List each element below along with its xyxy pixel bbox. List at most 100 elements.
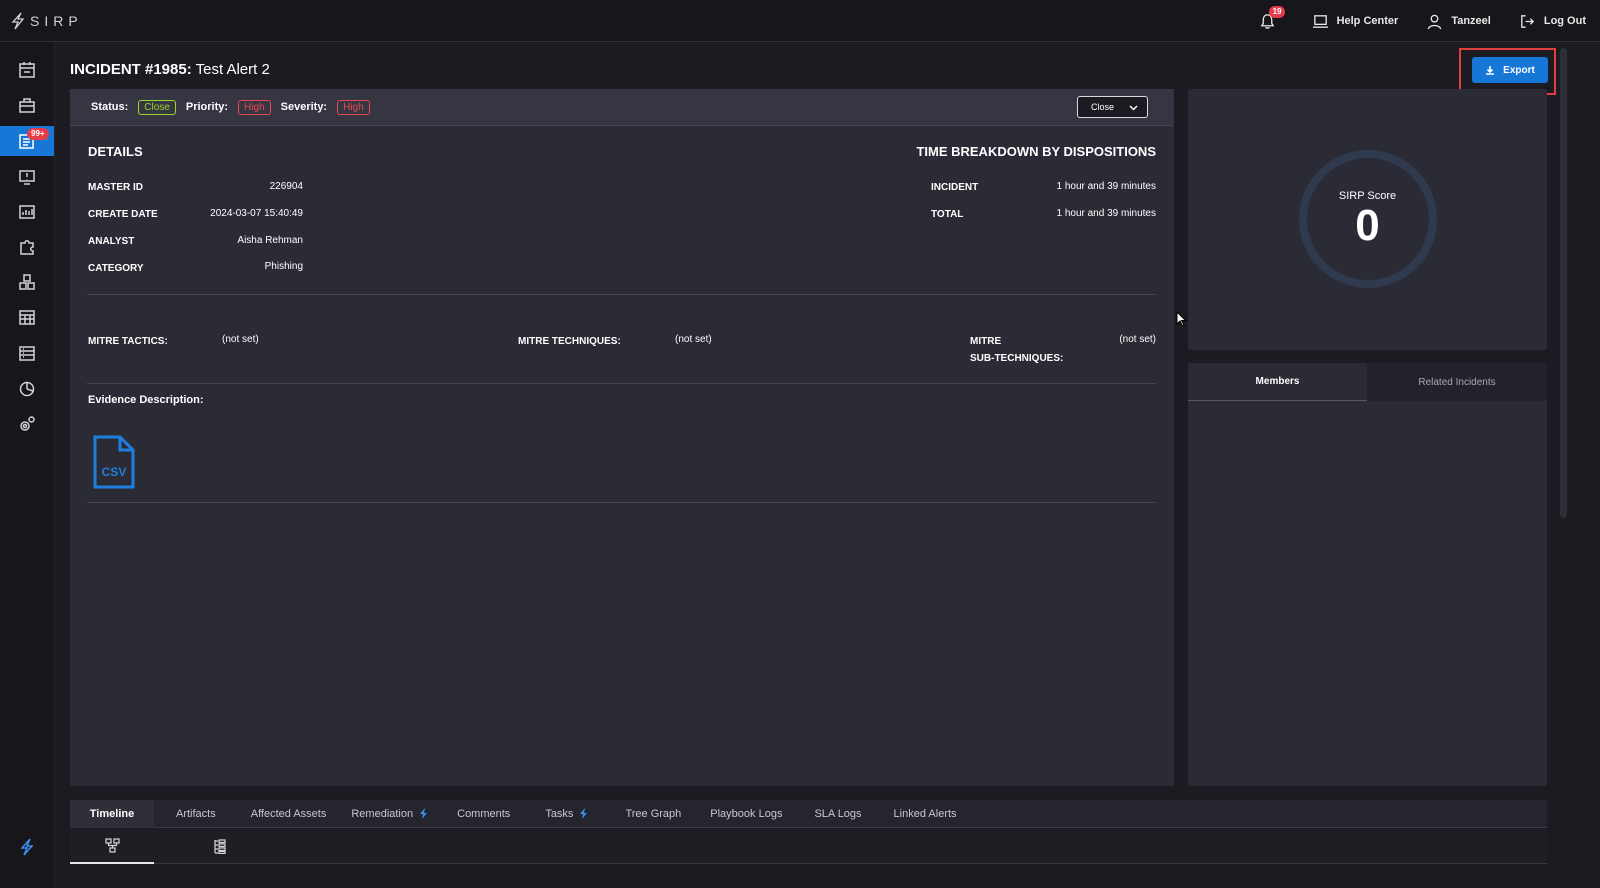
sidebar-item-analytics[interactable]: [0, 373, 54, 403]
create-date-label: CREATE DATE: [88, 209, 158, 220]
sidebar-item-alerts[interactable]: [0, 162, 54, 192]
tree-view-button[interactable]: [70, 829, 154, 864]
mitre-subtechniques-label-line2: SUB-TECHNIQUES:: [970, 353, 1064, 364]
top-bar: SIRP 19 Help Center Tanzeel Log Out: [0, 0, 1600, 42]
tab-artifacts[interactable]: Artifacts: [176, 800, 216, 828]
time-breakdown-heading: TIME BREAKDOWN BY DISPOSITIONS: [916, 144, 1156, 159]
details-heading: DETAILS: [88, 144, 143, 159]
mouse-cursor-icon: [1176, 311, 1187, 327]
list-tree-icon: [213, 839, 226, 854]
server-list-icon: [19, 346, 35, 361]
incident-time-value: 1 hour and 39 minutes: [1056, 181, 1156, 192]
list-view-button[interactable]: [177, 829, 261, 864]
puzzle-icon: [20, 240, 34, 255]
export-button[interactable]: Export: [1472, 57, 1548, 83]
logout-button[interactable]: Log Out: [1519, 13, 1586, 30]
sidebar-item-dashboard[interactable]: [0, 55, 54, 85]
chart-report-icon: [19, 205, 35, 219]
user-icon: [1428, 14, 1442, 29]
incident-time-label: INCIDENT: [931, 182, 979, 193]
severity-label: Severity:: [280, 101, 328, 113]
bolt-icon: [420, 808, 428, 819]
status-badge: Close: [138, 99, 176, 115]
sidebar-item-reports[interactable]: [0, 197, 54, 227]
evidence-description-label: Evidence Description:: [88, 394, 204, 406]
severity-badge: High: [337, 99, 370, 115]
status-action-dropdown[interactable]: Close: [1077, 96, 1148, 118]
logout-icon: [1521, 14, 1534, 28]
sidebar-collapse-toggle[interactable]: [0, 832, 54, 862]
create-date-value: 2024-03-07 15:40:49: [210, 208, 303, 219]
sirp-score-panel: SIRP Score 0: [1188, 89, 1547, 350]
divider: [87, 383, 1156, 384]
category-value: Phishing: [264, 261, 303, 272]
tab-affected-assets-label: Affected Assets: [250, 807, 327, 820]
incidents-count-badge: 99+: [27, 128, 49, 140]
tab-tree-graph-label: Tree Graph: [625, 807, 682, 820]
export-label: Export: [1503, 64, 1535, 76]
timeline-view-toggle-bar: [70, 829, 1547, 864]
sidebar-item-settings[interactable]: [0, 409, 54, 439]
tab-artifacts-label: Artifacts: [176, 807, 216, 820]
tab-affected-assets[interactable]: Affected Assets: [251, 800, 327, 828]
page-title: INCIDENT #1985: Test Alert 2: [70, 61, 270, 78]
cubes-icon: [19, 274, 35, 290]
tab-members[interactable]: Members: [1188, 363, 1367, 401]
master-id-value: 226904: [269, 181, 303, 192]
sidebar-item-vulnerabilities[interactable]: [0, 338, 54, 368]
download-icon: [1486, 66, 1495, 75]
priority-badge: High: [238, 99, 271, 115]
sidebar-item-assets[interactable]: [0, 267, 54, 297]
tab-tasks-label: Tasks: [545, 807, 574, 820]
members-panel: Members Related Incidents: [1188, 363, 1547, 786]
page-scrollbar[interactable]: [1560, 48, 1567, 518]
mitre-tactics-value: (not set): [222, 334, 259, 345]
tab-comments-label: Comments: [457, 807, 511, 820]
mitre-techniques-label: MITRE TECHNIQUES:: [518, 336, 621, 347]
user-name: Tanzeel: [1451, 15, 1491, 27]
tab-sla-logs-label: SLA Logs: [814, 807, 862, 820]
status-bar: Status: Close Priority: High Severity: H…: [70, 89, 1174, 126]
logo-text: SIRP: [30, 13, 83, 29]
sidebar-item-integrations[interactable]: [0, 232, 54, 262]
csv-file-icon[interactable]: CSV: [92, 435, 136, 489]
user-menu[interactable]: Tanzeel: [1426, 13, 1491, 30]
tab-comments[interactable]: Comments: [457, 800, 510, 828]
tab-remediation-label: Remediation: [351, 807, 414, 820]
notifications-button[interactable]: 19: [1259, 5, 1286, 30]
score-value: 0: [1355, 201, 1380, 250]
status-label: Status:: [91, 101, 129, 113]
notification-count-badge: 19: [1268, 5, 1286, 18]
left-sidebar: 99+: [0, 42, 55, 888]
incident-name: Test Alert 2: [195, 61, 270, 78]
sidebar-item-threat-intel[interactable]: [0, 302, 54, 332]
bolt-icon: [580, 808, 588, 819]
logout-label: Log Out: [1543, 15, 1586, 27]
export-highlight-box: Export: [1459, 48, 1556, 95]
sirp-logo[interactable]: SIRP: [10, 12, 83, 30]
tab-sla-logs[interactable]: SLA Logs: [814, 800, 861, 828]
tab-tree-graph[interactable]: Tree Graph: [625, 800, 681, 828]
mitre-subtechniques-label-line1: MITRE: [970, 336, 1002, 347]
mitre-tactics-label: MITRE TACTICS:: [88, 336, 168, 347]
tab-playbook-logs[interactable]: Playbook Logs: [710, 800, 782, 828]
mitre-subtechniques-value: (not set): [1119, 334, 1156, 345]
tab-timeline-label: Timeline: [89, 807, 135, 820]
tab-remediation[interactable]: Remediation: [351, 800, 428, 828]
sidebar-item-cases[interactable]: [0, 91, 54, 121]
tab-tasks[interactable]: Tasks: [545, 800, 588, 828]
divider: [87, 294, 1156, 295]
mitre-techniques-value: (not set): [675, 334, 712, 345]
bolt-logo-icon: [11, 12, 25, 30]
hierarchy-icon: [104, 838, 120, 853]
tab-linked-alerts[interactable]: Linked Alerts: [894, 800, 957, 828]
tab-timeline[interactable]: Timeline: [70, 799, 154, 828]
sidebar-item-incidents[interactable]: 99+: [0, 126, 54, 156]
monitor-alert-icon: [19, 170, 35, 185]
tab-related-incidents[interactable]: Related Incidents: [1367, 363, 1547, 401]
calendar-dashboard-icon: [19, 62, 35, 78]
analyst-value: Aisha Rehman: [237, 235, 303, 246]
help-center-link[interactable]: Help Center: [1312, 13, 1398, 30]
laptop-icon: [1312, 14, 1328, 28]
master-id-label: MASTER ID: [88, 182, 143, 193]
